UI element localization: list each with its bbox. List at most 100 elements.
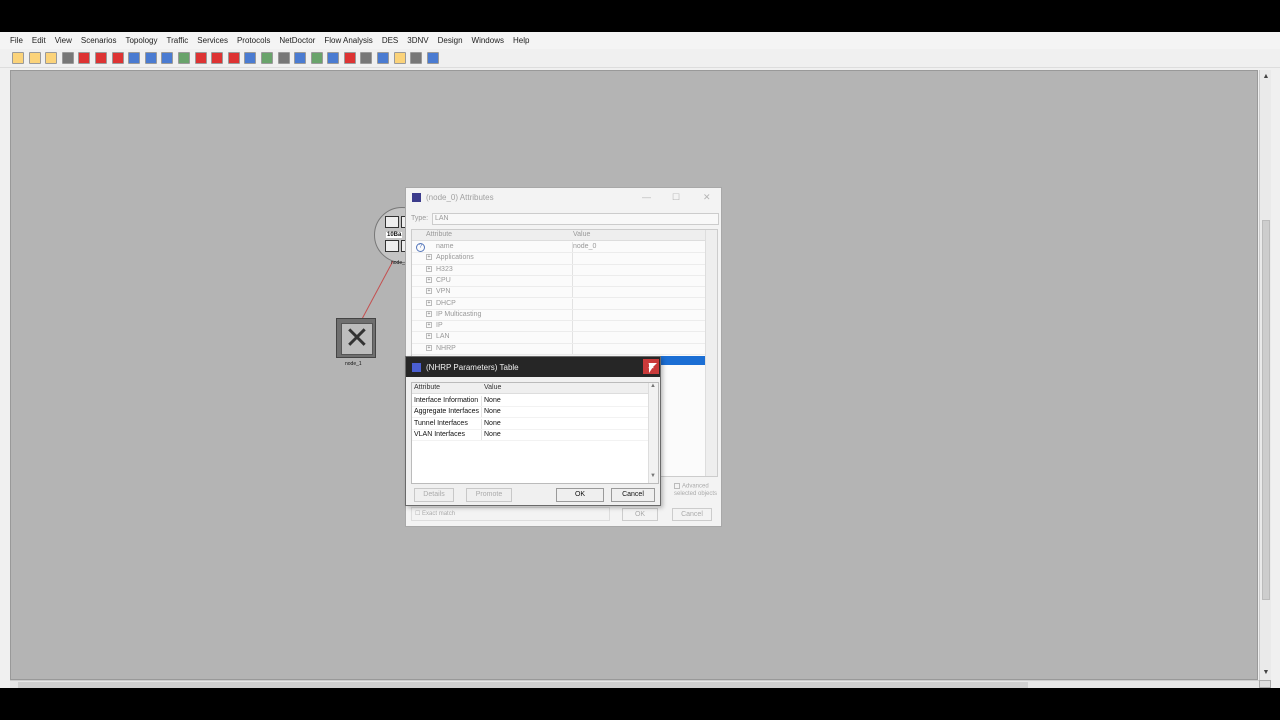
scroll-down-icon[interactable]: ▼: [650, 473, 656, 479]
table-row[interactable]: Tunnel Interfaces None: [412, 418, 648, 430]
row-value[interactable]: None: [484, 420, 501, 427]
spreadsheet-icon[interactable]: [360, 52, 373, 64]
object-palette-icon[interactable]: [78, 52, 91, 64]
advanced-checkbox[interactable]: Advanced selected objects: [674, 483, 717, 498]
menu-edit[interactable]: Edit: [32, 36, 46, 45]
table-row[interactable]: Aggregate Interfaces None: [412, 407, 648, 419]
promote-button[interactable]: Promote: [466, 488, 512, 502]
menu-flow-analysis[interactable]: Flow Analysis: [324, 36, 372, 45]
expand-icon[interactable]: +: [426, 344, 432, 351]
menu-scenarios[interactable]: Scenarios: [81, 36, 117, 45]
row-value[interactable]: None: [484, 431, 501, 438]
traffic-icon[interactable]: [194, 52, 207, 64]
filter-icon[interactable]: [211, 52, 224, 64]
nhrp-table-header: Attribute Value: [412, 383, 648, 394]
annotation-icon[interactable]: [393, 52, 406, 64]
attributes-ok-button[interactable]: OK: [622, 508, 658, 521]
expand-icon[interactable]: +: [426, 310, 432, 317]
attributes-table-header: Attribute Value: [412, 230, 705, 241]
ok-button[interactable]: OK: [556, 488, 604, 502]
canvas-horizontal-scrollbar[interactable]: [10, 680, 1259, 688]
attribute-row[interactable]: + H323: [412, 264, 705, 276]
help-icon[interactable]: ?: [416, 243, 425, 252]
attribute-row[interactable]: + DHCP: [412, 298, 705, 310]
menu-file[interactable]: File: [10, 36, 23, 45]
cancel-button[interactable]: Cancel: [611, 488, 655, 502]
expand-icon[interactable]: +: [426, 322, 432, 329]
col-attribute: Attribute: [426, 231, 453, 238]
nhrp-table-scrollbar[interactable]: ▲ ▼: [648, 383, 658, 483]
menu-services[interactable]: Services: [197, 36, 228, 45]
edit-icon[interactable]: [377, 52, 390, 64]
table-row[interactable]: Interface Information None: [412, 396, 648, 407]
attribute-row[interactable]: + IP Multicasting: [412, 309, 705, 322]
scroll-down-icon[interactable]: ▼: [1261, 668, 1271, 678]
minimize-icon[interactable]: —: [642, 192, 651, 202]
attribute-row[interactable]: + LAN: [412, 332, 705, 344]
new-project-icon[interactable]: [12, 52, 24, 64]
configure-icon[interactable]: [177, 52, 190, 64]
zoom-out-icon[interactable]: [161, 52, 174, 64]
nhrp-dialog-title: (NHRP Parameters) Table: [426, 362, 519, 372]
menu-help[interactable]: Help: [513, 36, 529, 45]
attribute-name: H323: [436, 265, 453, 273]
expand-icon[interactable]: +: [426, 299, 432, 306]
run-icon[interactable]: [310, 52, 323, 64]
attributes-cancel-button[interactable]: Cancel: [672, 508, 712, 521]
row-attribute: Interface Information: [414, 397, 479, 404]
row-value[interactable]: None: [484, 408, 501, 415]
attribute-row[interactable]: + NHRP: [412, 343, 705, 355]
attribute-row[interactable]: + CPU: [412, 275, 705, 288]
reports-icon[interactable]: [260, 52, 273, 64]
expand-icon[interactable]: +: [426, 288, 432, 295]
failure-icon[interactable]: [128, 52, 141, 64]
attribute-row[interactable]: + IP: [412, 321, 705, 333]
devices-icon[interactable]: [244, 52, 257, 64]
scroll-up-icon[interactable]: ▲: [1261, 72, 1271, 82]
save-icon[interactable]: [45, 52, 58, 64]
zoom-in-icon[interactable]: [144, 52, 157, 64]
attributes-scrollbar[interactable]: [705, 230, 717, 476]
menu-windows[interactable]: Windows: [472, 36, 504, 45]
attribute-row[interactable]: + VPN: [412, 287, 705, 299]
packet-icon[interactable]: [410, 52, 423, 64]
close-icon[interactable]: ✕: [703, 192, 711, 203]
details-button[interactable]: Details: [414, 488, 454, 502]
view-results-icon[interactable]: [327, 52, 340, 64]
menu-3dnv[interactable]: 3DNV: [407, 36, 428, 45]
scroll-up-icon[interactable]: ▲: [650, 383, 656, 389]
stop-icon[interactable]: [227, 52, 240, 64]
grid-icon[interactable]: [294, 52, 307, 64]
link-icon[interactable]: [111, 52, 124, 64]
expand-icon[interactable]: +: [426, 254, 432, 261]
export-icon[interactable]: [426, 52, 439, 64]
menu-view[interactable]: View: [55, 36, 72, 45]
switch-node-1[interactable]: ✕: [336, 318, 376, 358]
menu-design[interactable]: Design: [438, 36, 463, 45]
menu-traffic[interactable]: Traffic: [167, 36, 189, 45]
expand-icon[interactable]: +: [426, 265, 432, 272]
attribute-row[interactable]: ? name node_0: [412, 242, 705, 254]
scroll-thumb[interactable]: [1262, 220, 1270, 600]
menu-topology[interactable]: Topology: [125, 36, 157, 45]
scroll-thumb[interactable]: [18, 682, 1028, 688]
open-icon[interactable]: [28, 52, 41, 64]
node-model-icon[interactable]: [94, 52, 107, 64]
menu-netdoctor[interactable]: NetDoctor: [279, 36, 315, 45]
expand-icon[interactable]: +: [426, 276, 432, 283]
attribute-name: Applications: [436, 254, 474, 262]
results-icon[interactable]: [277, 52, 290, 64]
canvas-vertical-scrollbar[interactable]: ▲ ▼: [1259, 70, 1271, 680]
statistics-icon[interactable]: [343, 52, 356, 64]
type-label: Type:: [411, 215, 429, 222]
attribute-row[interactable]: + Applications: [412, 253, 705, 265]
expand-icon[interactable]: +: [426, 333, 432, 340]
maximize-icon[interactable]: ☐: [672, 192, 680, 203]
table-row[interactable]: VLAN Interfaces None: [412, 430, 648, 442]
nhrp-dialog-titlebar[interactable]: (NHRP Parameters) Table: [406, 357, 660, 377]
menu-des[interactable]: DES: [382, 36, 398, 45]
row-value[interactable]: None: [484, 397, 501, 404]
exact-match-checkbox[interactable]: ☐ Exact match: [411, 507, 610, 521]
print-icon[interactable]: [61, 52, 74, 64]
menu-protocols[interactable]: Protocols: [237, 36, 270, 45]
